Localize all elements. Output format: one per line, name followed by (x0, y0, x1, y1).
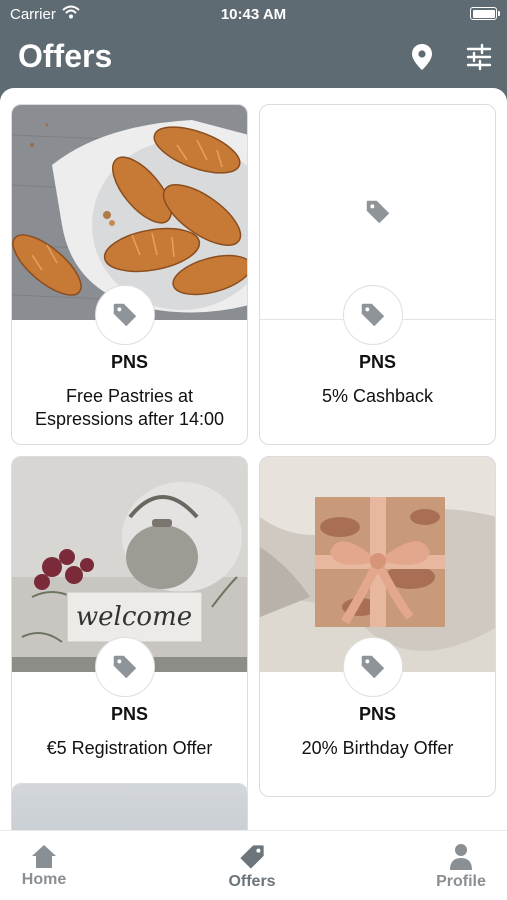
placeholder-tag-icon (366, 200, 390, 224)
tab-home-label: Home (21, 871, 67, 888)
tab-offers[interactable]: Offers (202, 831, 302, 900)
offers-grid: PNS Free Pastries at Espressions after 1… (0, 88, 507, 830)
tag-icon (240, 845, 264, 869)
person-icon (450, 844, 472, 870)
svg-text:welcome: welcome (76, 602, 192, 632)
offer-card[interactable]: PNS 20% Birthday Offer (259, 456, 496, 797)
tab-profile-label: Profile (436, 873, 486, 890)
offer-brand: PNS (358, 352, 396, 372)
offer-description: 5% Cashback (321, 386, 434, 406)
offer-card[interactable]: welcome PNS €5 Registration Offer (11, 456, 248, 797)
tag-icon (113, 655, 137, 679)
page-title: Offers (18, 38, 113, 74)
tag-icon (113, 303, 137, 327)
house-icon (32, 845, 56, 868)
offer-photo (12, 784, 247, 830)
battery-icon (470, 7, 500, 20)
offer-brand: PNS (358, 704, 396, 724)
offer-card[interactable]: PNS 5% Cashback (259, 104, 496, 445)
tab-offers-label: Offers (228, 873, 276, 890)
tab-profile[interactable]: Profile (411, 831, 507, 900)
tab-bar: Home Offers Profile (0, 830, 507, 900)
status-time: 10:43 AM (220, 6, 287, 23)
offer-description: 20% Birthday Offer (301, 738, 454, 758)
offer-card[interactable] (11, 783, 248, 830)
offer-brand: PNS (110, 704, 148, 724)
filter-sliders-icon[interactable] (464, 42, 494, 72)
status-bar: Carrier 10:43 AM (0, 0, 507, 30)
location-pin-icon[interactable] (408, 42, 436, 72)
offer-description: Free Pastries at Espressions after 14:00 (34, 386, 225, 429)
offer-badge (95, 285, 155, 345)
tag-icon (361, 655, 385, 679)
offer-brand: PNS (110, 352, 148, 372)
tag-icon (361, 303, 385, 327)
offer-description: €5 Registration Offer (46, 738, 213, 758)
header: Offers (0, 30, 507, 88)
offer-badge (95, 637, 155, 697)
offer-badge (343, 285, 403, 345)
offer-badge (343, 637, 403, 697)
offer-card[interactable]: PNS Free Pastries at Espressions after 1… (11, 104, 248, 445)
tab-home[interactable]: Home (0, 831, 94, 900)
